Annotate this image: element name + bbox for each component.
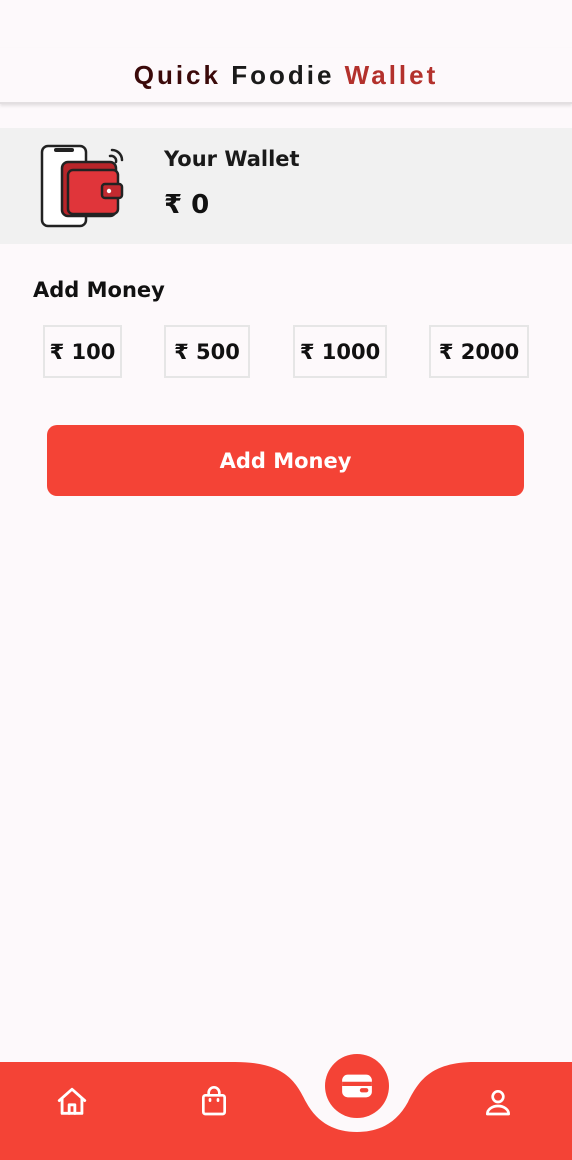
add-money-button[interactable]: Add Money [47, 425, 524, 496]
amount-chip-500[interactable]: ₹ 500 [164, 325, 250, 378]
title-word-1: Quick [133, 59, 221, 90]
title-word-2: Foodie [231, 59, 335, 90]
shopping-bag-icon[interactable] [192, 1080, 236, 1124]
wallet-phone-icon [38, 144, 128, 230]
wallet-balance: ₹ 0 [164, 190, 210, 220]
app-header: Quick Foodie Wallet [0, 48, 572, 104]
status-bar-area [0, 0, 572, 48]
profile-icon[interactable] [476, 1080, 520, 1124]
amount-chip-1000[interactable]: ₹ 1000 [293, 325, 387, 378]
amount-chip-2000[interactable]: ₹ 2000 [429, 325, 529, 378]
add-money-title: Add Money [33, 278, 165, 302]
wallet-label: Your Wallet [164, 147, 300, 171]
page-title: Quick Foodie Wallet [134, 60, 439, 91]
wallet-icon[interactable] [325, 1054, 389, 1118]
title-word-3: Wallet [344, 59, 439, 90]
wallet-card: Your Wallet ₹ 0 [0, 128, 572, 244]
home-icon[interactable] [50, 1080, 94, 1124]
bottom-nav [0, 1052, 572, 1160]
amount-chip-100[interactable]: ₹ 100 [43, 325, 122, 378]
